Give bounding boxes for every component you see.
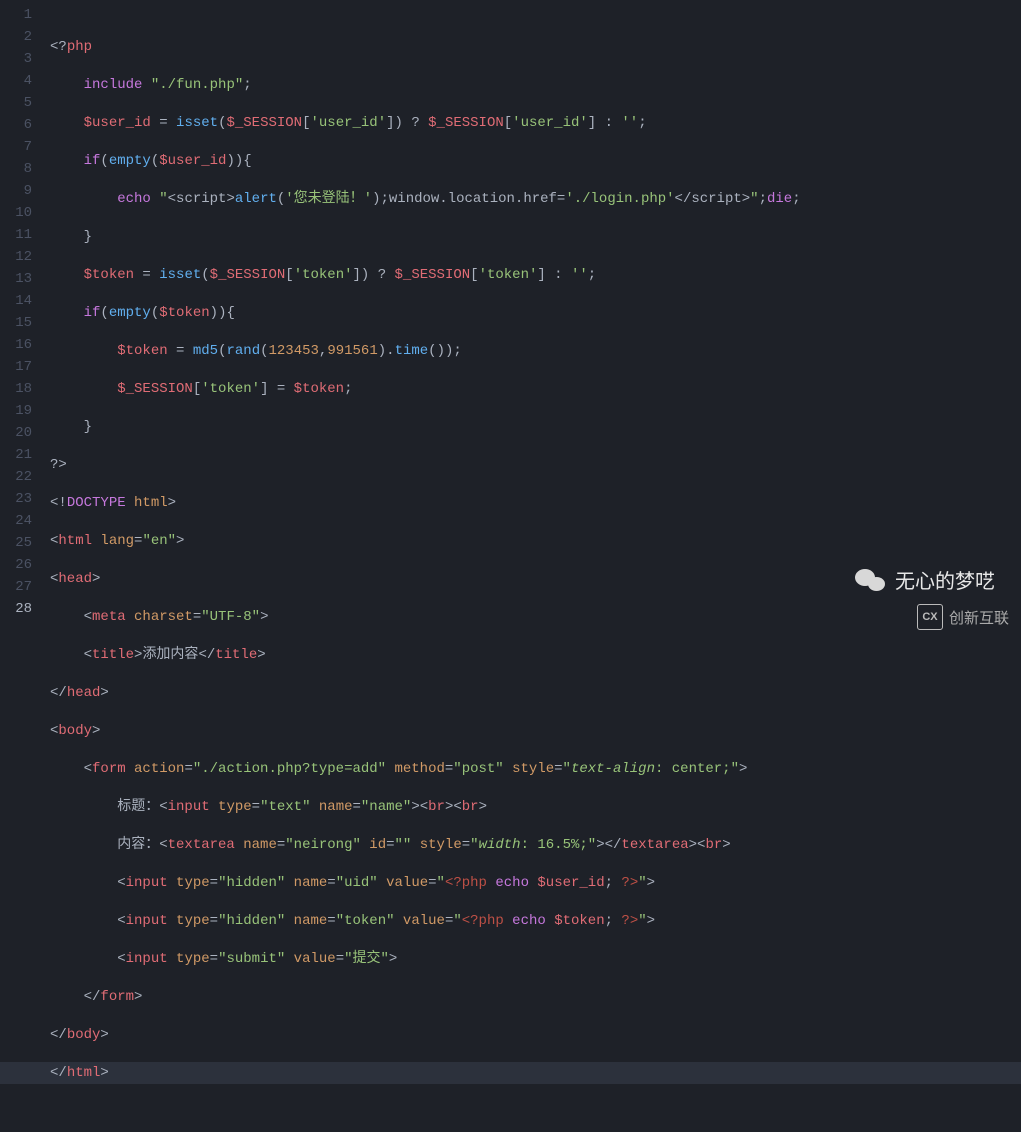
code-line: $_SESSION['token'] = $token; — [50, 378, 1021, 400]
code-line: if(empty($user_id)){ — [50, 150, 1021, 172]
code-line: <html lang="en"> — [50, 530, 1021, 552]
code-line: include "./fun.php"; — [50, 74, 1021, 96]
line-number: 15 — [0, 312, 32, 334]
line-number: 28 — [0, 598, 32, 620]
brand-watermark: CX 创新互联 — [917, 604, 1009, 630]
line-number: 2 — [0, 26, 32, 48]
code-line: </form> — [50, 986, 1021, 1008]
code-line: </body> — [50, 1024, 1021, 1046]
wechat-watermark: 无心的梦呓 — [855, 565, 995, 594]
line-number: 13 — [0, 268, 32, 290]
line-number: 12 — [0, 246, 32, 268]
line-number: 7 — [0, 136, 32, 158]
line-number: 16 — [0, 334, 32, 356]
code-line: <form action="./action.php?type=add" met… — [50, 758, 1021, 780]
line-number: 5 — [0, 92, 32, 114]
code-line: ?> — [50, 454, 1021, 476]
line-number: 20 — [0, 422, 32, 444]
line-number: 21 — [0, 444, 32, 466]
line-number-gutter: 1234567891011121314151617181920212223242… — [0, 0, 40, 642]
line-number: 23 — [0, 488, 32, 510]
code-line: $token = md5(rand(123453,991561).time())… — [50, 340, 1021, 362]
line-number: 26 — [0, 554, 32, 576]
line-number: 25 — [0, 532, 32, 554]
code-line: <input type="hidden" name="uid" value="<… — [50, 872, 1021, 894]
code-line: <!DOCTYPE html> — [50, 492, 1021, 514]
code-line-active: </html> — [50, 1062, 1021, 1084]
code-line: <input type="hidden" name="token" value=… — [50, 910, 1021, 932]
code-line: </head> — [50, 682, 1021, 704]
code-line: <title>添加内容</title> — [50, 644, 1021, 666]
line-number: 24 — [0, 510, 32, 532]
code-line: <body> — [50, 720, 1021, 742]
line-number: 1 — [0, 4, 32, 26]
code-line: } — [50, 226, 1021, 248]
code-area[interactable]: <?php include "./fun.php"; $user_id = is… — [40, 0, 1021, 642]
line-number: 17 — [0, 356, 32, 378]
line-number: 27 — [0, 576, 32, 598]
code-line: 标题：<input type="text" name="name"><br><b… — [50, 796, 1021, 818]
line-number: 22 — [0, 466, 32, 488]
line-number: 4 — [0, 70, 32, 92]
code-line: $token = isset($_SESSION['token']) ? $_S… — [50, 264, 1021, 286]
line-number: 10 — [0, 202, 32, 224]
line-number: 6 — [0, 114, 32, 136]
code-line: <meta charset="UTF-8"> — [50, 606, 1021, 628]
line-number: 18 — [0, 378, 32, 400]
line-number: 8 — [0, 158, 32, 180]
code-line: 内容：<textarea name="neirong" id="" style=… — [50, 834, 1021, 856]
code-line: $user_id = isset($_SESSION['user_id']) ?… — [50, 112, 1021, 134]
line-number: 3 — [0, 48, 32, 70]
line-number: 11 — [0, 224, 32, 246]
code-line: } — [50, 416, 1021, 438]
line-number: 19 — [0, 400, 32, 422]
code-line: <?php — [50, 36, 1021, 58]
wechat-watermark-text: 无心的梦呓 — [895, 565, 995, 594]
code-line: echo "<script>alert('您未登陆！');window.loca… — [50, 188, 1021, 210]
brand-logo-icon: CX — [917, 604, 943, 630]
line-number: 14 — [0, 290, 32, 312]
wechat-icon — [855, 567, 885, 593]
code-line: if(empty($token)){ — [50, 302, 1021, 324]
line-number: 9 — [0, 180, 32, 202]
code-editor: 1234567891011121314151617181920212223242… — [0, 0, 1021, 642]
brand-watermark-text: 创新互联 — [949, 607, 1009, 628]
code-line: <input type="submit" value="提交"> — [50, 948, 1021, 970]
